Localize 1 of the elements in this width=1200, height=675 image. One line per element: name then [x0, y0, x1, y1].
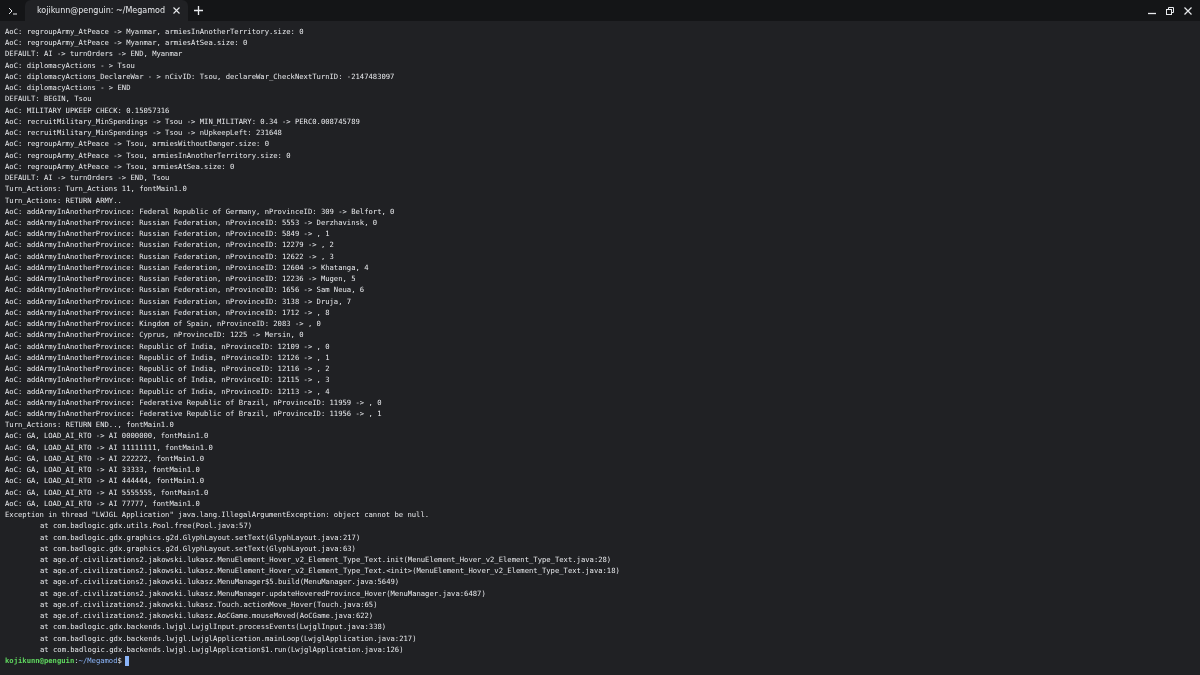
terminal-tab[interactable]: kojikunn@penguin: ~/Megamod: [25, 0, 188, 21]
